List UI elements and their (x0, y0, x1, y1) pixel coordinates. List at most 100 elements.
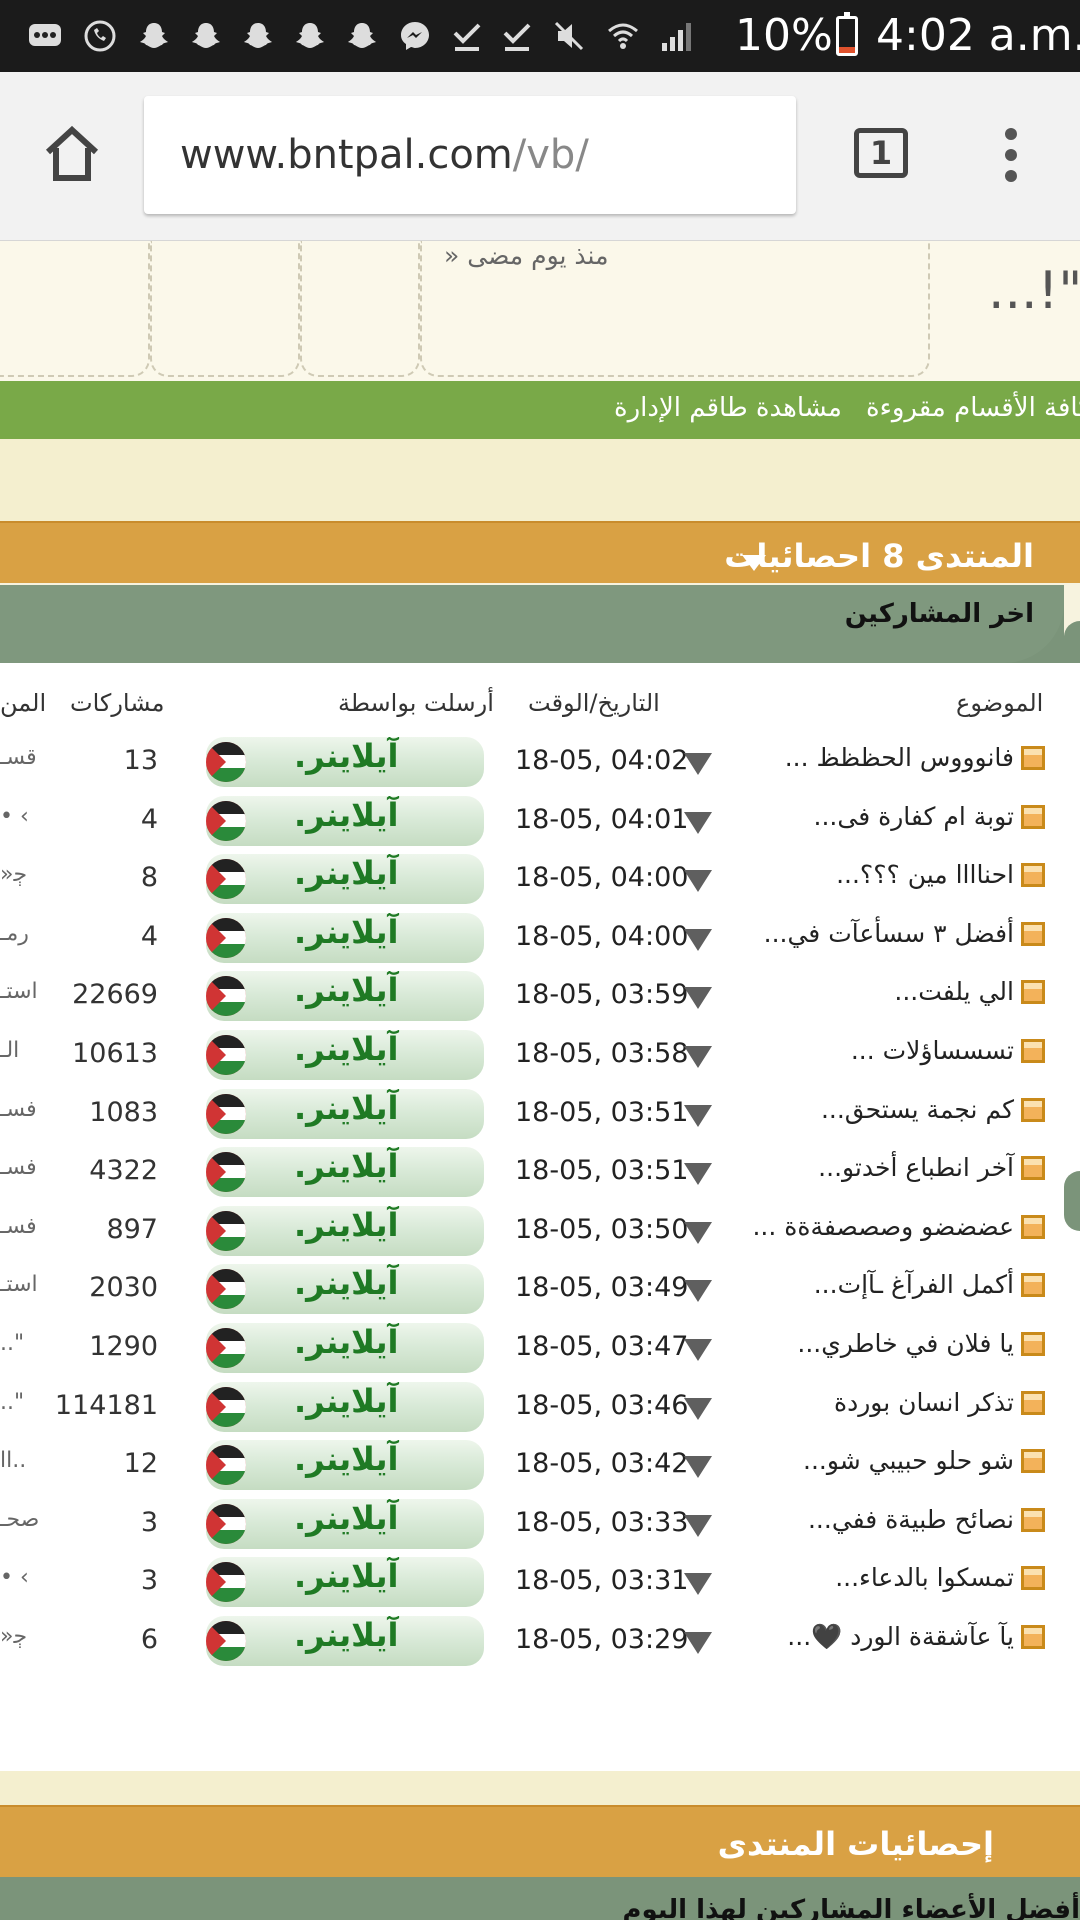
poster-badge[interactable]: آيلاينر. (206, 1381, 484, 1432)
poster-name[interactable]: آيلاينر. (294, 1557, 398, 1595)
poster-name[interactable]: آيلاينر. (294, 1440, 398, 1478)
go-to-post-icon[interactable] (684, 870, 712, 893)
poster-badge[interactable]: آيلاينر. (206, 1205, 484, 1256)
go-to-post-icon[interactable] (684, 1514, 712, 1537)
table-row: .." 1290 آيلاينر. 18-05, 03:47 يا فلان في خا… (0, 1323, 1080, 1381)
poster-badge[interactable]: آيلاينر. (206, 1147, 484, 1198)
topic-link[interactable]: تسسساؤلات ... (851, 1036, 1014, 1065)
topic-link[interactable]: عضضضو وصصصفةةة ... (752, 1212, 1014, 1241)
poster-name[interactable]: آيلاينر. (294, 854, 398, 892)
go-to-post-icon[interactable] (684, 811, 712, 834)
poster-name[interactable]: آيلاينر. (294, 737, 398, 775)
poster-badge[interactable]: آيلاينر. (206, 1498, 484, 1549)
go-to-post-icon[interactable] (684, 1163, 712, 1186)
go-to-post-icon[interactable] (684, 1046, 712, 1068)
go-to-post-icon[interactable] (684, 1632, 712, 1654)
thread-icon (1020, 1272, 1046, 1298)
go-to-post-icon[interactable] (684, 1456, 712, 1479)
poster-badge[interactable]: آيلاينر. (206, 1088, 484, 1139)
poster-badge[interactable]: آيلاينر. (206, 1030, 484, 1080)
table-row: »ﭴ 8 آيلاينر. 18-05, 04:00 احناااا مين ؟؟؟..… (0, 854, 1080, 912)
post-count: 13 (123, 745, 158, 776)
thread-icon (1020, 862, 1046, 888)
poster-badge[interactable]: آيلاينر. (206, 854, 484, 905)
thread-icon (1020, 745, 1046, 771)
topic-link[interactable]: أفضل ٣ سسأعآت في... (764, 919, 1014, 948)
topic-link[interactable]: فانوووس الحظظظ ... (785, 743, 1014, 772)
poster-name[interactable]: آيلاينر. (294, 1616, 398, 1654)
palestine-flag-icon (206, 800, 246, 841)
url-bar[interactable]: www.bntpal.com/vb/ (144, 96, 796, 214)
poster-badge[interactable]: آيلاينر. (206, 737, 484, 787)
dashed-box (150, 241, 300, 377)
go-to-post-icon[interactable] (684, 753, 712, 775)
poster-badge[interactable]: آيلاينر. (206, 1616, 484, 1666)
post-count: 8 (140, 862, 158, 894)
forum-statistics-header[interactable]: إحصائيات المنتدى (0, 1805, 1080, 1877)
view-staff-link[interactable]: مشاهدة طاقم الإدارة (614, 393, 842, 423)
palestine-flag-icon (206, 1152, 246, 1193)
go-to-post-icon[interactable] (684, 1280, 712, 1303)
go-to-post-icon[interactable] (684, 1221, 712, 1244)
forum-stats-title: المنتدى 8 احصائيات (724, 537, 1034, 575)
topic-link[interactable]: يآ عآشقةة الورد 🖤... (787, 1622, 1014, 1652)
poster-name[interactable]: آيلاينر. (294, 1264, 398, 1302)
go-to-post-icon[interactable] (684, 1573, 712, 1596)
poster-badge[interactable]: آيلاينر. (206, 912, 484, 963)
table-row: صحـ 3 آيلاينر. 18-05, 03:33 نصائح طبيةة ففي.… (0, 1498, 1080, 1557)
snapchat-icon (296, 23, 324, 48)
go-to-post-icon[interactable] (684, 1104, 712, 1127)
poster-name[interactable]: آيلاينر. (294, 971, 398, 1009)
topic-link[interactable]: يا فلان في خاطري... (797, 1329, 1014, 1358)
palestine-flag-icon (206, 859, 246, 900)
table-row: قسـ 13 آيلاينر. 18-05, 04:02 فانوووس الحظظظ … (0, 737, 1080, 795)
poster-badge[interactable]: آيلاينر. (206, 795, 484, 846)
post-datetime: 18-05, 03:58 (515, 1038, 689, 1069)
poster-badge[interactable]: آيلاينر. (206, 1323, 484, 1373)
poster-name[interactable]: آيلاينر. (294, 1147, 398, 1185)
topic-link[interactable]: تذكر انسان بوردة (834, 1388, 1014, 1417)
table-row: • ‹ 3 آيلاينر. 18-05, 03:31 تمسكوا بالدعاء..… (0, 1557, 1080, 1615)
topic-link[interactable]: كم نجمة يستحق... (821, 1095, 1014, 1124)
topic-link[interactable]: نصائح طبيةة ففي... (808, 1505, 1014, 1534)
go-to-post-icon[interactable] (684, 987, 712, 1010)
mute-icon (554, 21, 584, 51)
topic-link[interactable]: توبة ام كفارة فى... (814, 802, 1014, 831)
palestine-flag-icon (206, 1386, 246, 1427)
poster-badge[interactable]: آيلاينر. (206, 971, 484, 1022)
palestine-flag-icon (206, 1503, 246, 1544)
topic-link[interactable]: آخر انطباع أخدتو... (818, 1153, 1014, 1182)
overflow-menu-icon[interactable] (1000, 128, 1022, 188)
topic-link[interactable]: الي يلفت... (894, 977, 1014, 1006)
poster-badge[interactable]: آيلاينر. (206, 1557, 484, 1608)
forum-stats-header[interactable]: المنتدى 8 احصائيات (0, 521, 1080, 583)
col-posts: مشاركات (70, 689, 165, 717)
poster-name[interactable]: آيلاينر. (294, 1323, 398, 1361)
topic-link[interactable]: احناااا مين ؟؟؟... (836, 860, 1014, 889)
post-datetime: 18-05, 03:46 (515, 1389, 689, 1421)
topic-link[interactable]: شو حلو حبيبي شو... (803, 1446, 1014, 1475)
mark-all-read-link[interactable]: كافة الأقسام مقروءة (866, 393, 1080, 423)
poster-name[interactable]: آيلاينر. (294, 1499, 398, 1537)
top-strip: منذ يوم مضى « ...!"ل (0, 241, 1080, 381)
thread-icon (1020, 1214, 1046, 1240)
edge-tab (1064, 1171, 1080, 1231)
go-to-post-icon[interactable] (684, 1339, 712, 1361)
topic-link[interactable]: أكمل الفرآغ ـآإت... (814, 1270, 1014, 1299)
poster-name[interactable]: آيلاينر. (294, 1206, 398, 1244)
tab-switcher-button[interactable]: 1 (854, 128, 908, 178)
poster-name[interactable]: آيلاينر. (294, 1089, 398, 1127)
topic-link[interactable]: تمسكوا بالدعاء... (835, 1563, 1014, 1592)
poster-name[interactable]: آيلاينر. (294, 1030, 398, 1068)
poster-badge[interactable]: آيلاينر. (206, 1264, 484, 1315)
go-to-post-icon[interactable] (684, 1397, 712, 1420)
poster-badge[interactable]: آيلاينر. (206, 1440, 484, 1491)
poster-name[interactable]: آيلاينر. (294, 913, 398, 951)
home-icon[interactable] (40, 122, 104, 186)
go-to-post-icon[interactable] (684, 928, 712, 951)
palestine-flag-icon (206, 976, 246, 1017)
post-datetime: 18-05, 03:59 (515, 979, 689, 1011)
poster-name[interactable]: آيلاينر. (294, 796, 398, 834)
poster-name[interactable]: آيلاينر. (294, 1382, 398, 1420)
web-page: منذ يوم مضى « ...!"ل كافة الأقسام مقروءة… (0, 241, 1080, 1920)
